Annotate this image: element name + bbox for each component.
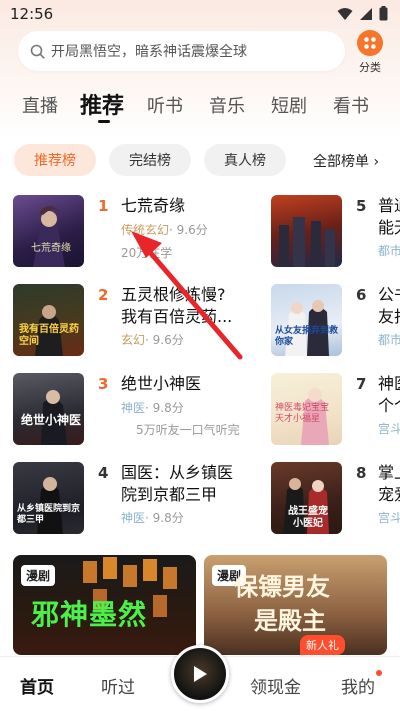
tab-live[interactable]: 直播 xyxy=(22,92,58,118)
book-score: · 9.8分 xyxy=(145,511,184,525)
category-icon xyxy=(357,30,383,56)
cover-title: 绝世小神医 xyxy=(21,413,82,427)
status-icons xyxy=(337,6,388,21)
now-playing-button[interactable] xyxy=(171,645,229,703)
book-cover: 从乡镇医院到京都三甲 xyxy=(13,462,84,534)
book-tag: 神医 xyxy=(121,401,146,415)
book-tag: 宫斗 xyxy=(378,422,400,436)
book-cover xyxy=(271,195,342,267)
book-title-line2: 友捐 xyxy=(378,307,400,326)
comic-drama-banner-2[interactable]: 漫剧 保镖男友 是殿主 xyxy=(204,555,387,655)
book-title-line1: 公书 xyxy=(378,285,400,304)
book-title-line2: 个个 xyxy=(378,396,400,415)
book-title-line2: 院到京都三甲 xyxy=(121,485,218,504)
book-meta: 玄幻· 9.6分 xyxy=(121,331,184,348)
book-title-line2: 能无 xyxy=(378,218,400,237)
book-title-line2: 我有百倍灵药... xyxy=(121,307,233,326)
book-cover: 绝世小神医 xyxy=(13,373,84,445)
book-cover: 我有百倍灵药空间 xyxy=(13,284,84,356)
nav-profile[interactable]: 我的 xyxy=(341,673,375,698)
new-user-gift-badge: 新人礼 xyxy=(300,635,345,655)
category-button[interactable]: 分类 xyxy=(352,30,388,75)
cover-title: 神医毒妃宝宝天才小福星 xyxy=(275,403,330,424)
rank-number: 1 xyxy=(98,197,109,215)
book-title-line1: 掌上 xyxy=(378,463,400,482)
book-cover: 神医毒妃宝宝天才小福星 xyxy=(271,373,342,445)
search-icon xyxy=(30,44,45,59)
channel-tabs: 直播 推荐 听书 音乐 短剧 看书 xyxy=(0,86,400,126)
banner-title: 邪神墨然 xyxy=(31,598,148,631)
search-placeholder: 开局黑悟空，暗系神话震爆全球 xyxy=(51,44,247,60)
book-tag: 都市 xyxy=(378,333,400,347)
tab-recommend[interactable]: 推荐 xyxy=(80,88,124,120)
comic-drama-banner-1[interactable]: 漫剧 邪神墨然 xyxy=(13,555,196,655)
book-meta: 神医· 9.8分 xyxy=(121,399,184,416)
book-meta: 宫斗 xyxy=(378,420,400,437)
tab-read[interactable]: 看书 xyxy=(333,92,369,118)
book-tag: 神医 xyxy=(121,511,146,525)
rank-number: 2 xyxy=(98,286,109,304)
status-bar: 12:56 xyxy=(0,0,400,28)
signal-icon xyxy=(360,7,372,20)
chip-real-person-list[interactable]: 真人榜 xyxy=(204,144,286,176)
book-readers: 20万在学 xyxy=(121,246,173,260)
nav-history[interactable]: 听过 xyxy=(101,673,135,698)
search-bar[interactable]: 开局黑悟空，暗系神话震爆全球 xyxy=(18,31,345,71)
book-score: · 9.8分 xyxy=(145,401,184,415)
book-title-line1: 国医：从乡镇医 xyxy=(121,463,234,482)
rank-number: 8 xyxy=(356,464,367,482)
book-title-line1: 神医 xyxy=(378,374,400,393)
category-label: 分类 xyxy=(359,61,381,74)
book-readers: 5万听友一口气听完 xyxy=(136,423,240,437)
rank-number: 4 xyxy=(98,464,109,482)
book-tag: 宫斗 xyxy=(378,511,400,525)
rank-number: 5 xyxy=(356,197,367,215)
play-icon xyxy=(194,666,207,682)
nav-earn-cash[interactable]: 领现金 xyxy=(250,673,301,698)
book-title-line1: 五灵根修炼慢? xyxy=(121,285,226,304)
cover-title: 战王盛宠小医妃 xyxy=(288,506,328,529)
book-title: 七荒奇缘 xyxy=(121,196,186,215)
book-tag: 传统玄幻 xyxy=(121,223,170,237)
all-lists-link[interactable]: 全部榜单 › xyxy=(313,151,379,171)
book-meta: 宫斗 xyxy=(378,509,400,526)
book-score: · 9.6分 xyxy=(145,333,184,347)
notification-dot xyxy=(376,670,382,676)
banner-badge: 漫剧 xyxy=(21,565,56,586)
banner-title-line1: 保镖男友 xyxy=(234,573,330,601)
book-meta: 神医· 9.8分 xyxy=(121,509,184,526)
cover-title: 从乡镇医院到京都三甲 xyxy=(17,504,81,525)
nav-home[interactable]: 首页 xyxy=(20,673,54,698)
rank-number: 7 xyxy=(356,375,367,393)
rank-number: 6 xyxy=(356,286,367,304)
rank-number: 3 xyxy=(98,375,109,393)
tab-audiobook[interactable]: 听书 xyxy=(147,92,183,118)
wifi-icon xyxy=(337,7,353,20)
banner-title-line2: 是殿主 xyxy=(254,607,326,635)
book-cover: 战王盛宠小医妃 xyxy=(271,462,342,534)
book-title-line1: 普通 xyxy=(378,196,400,215)
book-title-line2: 宠爱 xyxy=(378,485,400,504)
book-cover: 七荒奇缘 xyxy=(13,195,84,267)
tab-music[interactable]: 音乐 xyxy=(209,92,245,118)
book-score: · 9.6分 xyxy=(169,223,208,237)
active-tab-indicator xyxy=(98,120,110,123)
battery-icon xyxy=(379,6,388,21)
book-tag: 玄幻 xyxy=(121,333,146,347)
book-meta: 都市 xyxy=(378,242,400,259)
book-meta: 传统玄幻· 9.6分 xyxy=(121,221,208,238)
chip-recommend-list[interactable]: 推荐榜 xyxy=(14,144,96,176)
status-time: 12:56 xyxy=(10,5,54,23)
cover-title: 从女友捐弃到救你家 xyxy=(275,326,339,347)
book-cover: 从女友捐弃到救你家 xyxy=(271,284,342,356)
cover-title: 我有百倍灵药空间 xyxy=(19,324,79,347)
book-tag: 都市 xyxy=(378,244,400,258)
book-title: 绝世小神医 xyxy=(121,374,202,393)
chip-completed-list[interactable]: 完结榜 xyxy=(109,144,191,176)
book-meta: 都市 xyxy=(378,331,400,348)
tab-short-drama[interactable]: 短剧 xyxy=(271,92,307,118)
cover-title: 七荒奇缘 xyxy=(31,243,71,254)
